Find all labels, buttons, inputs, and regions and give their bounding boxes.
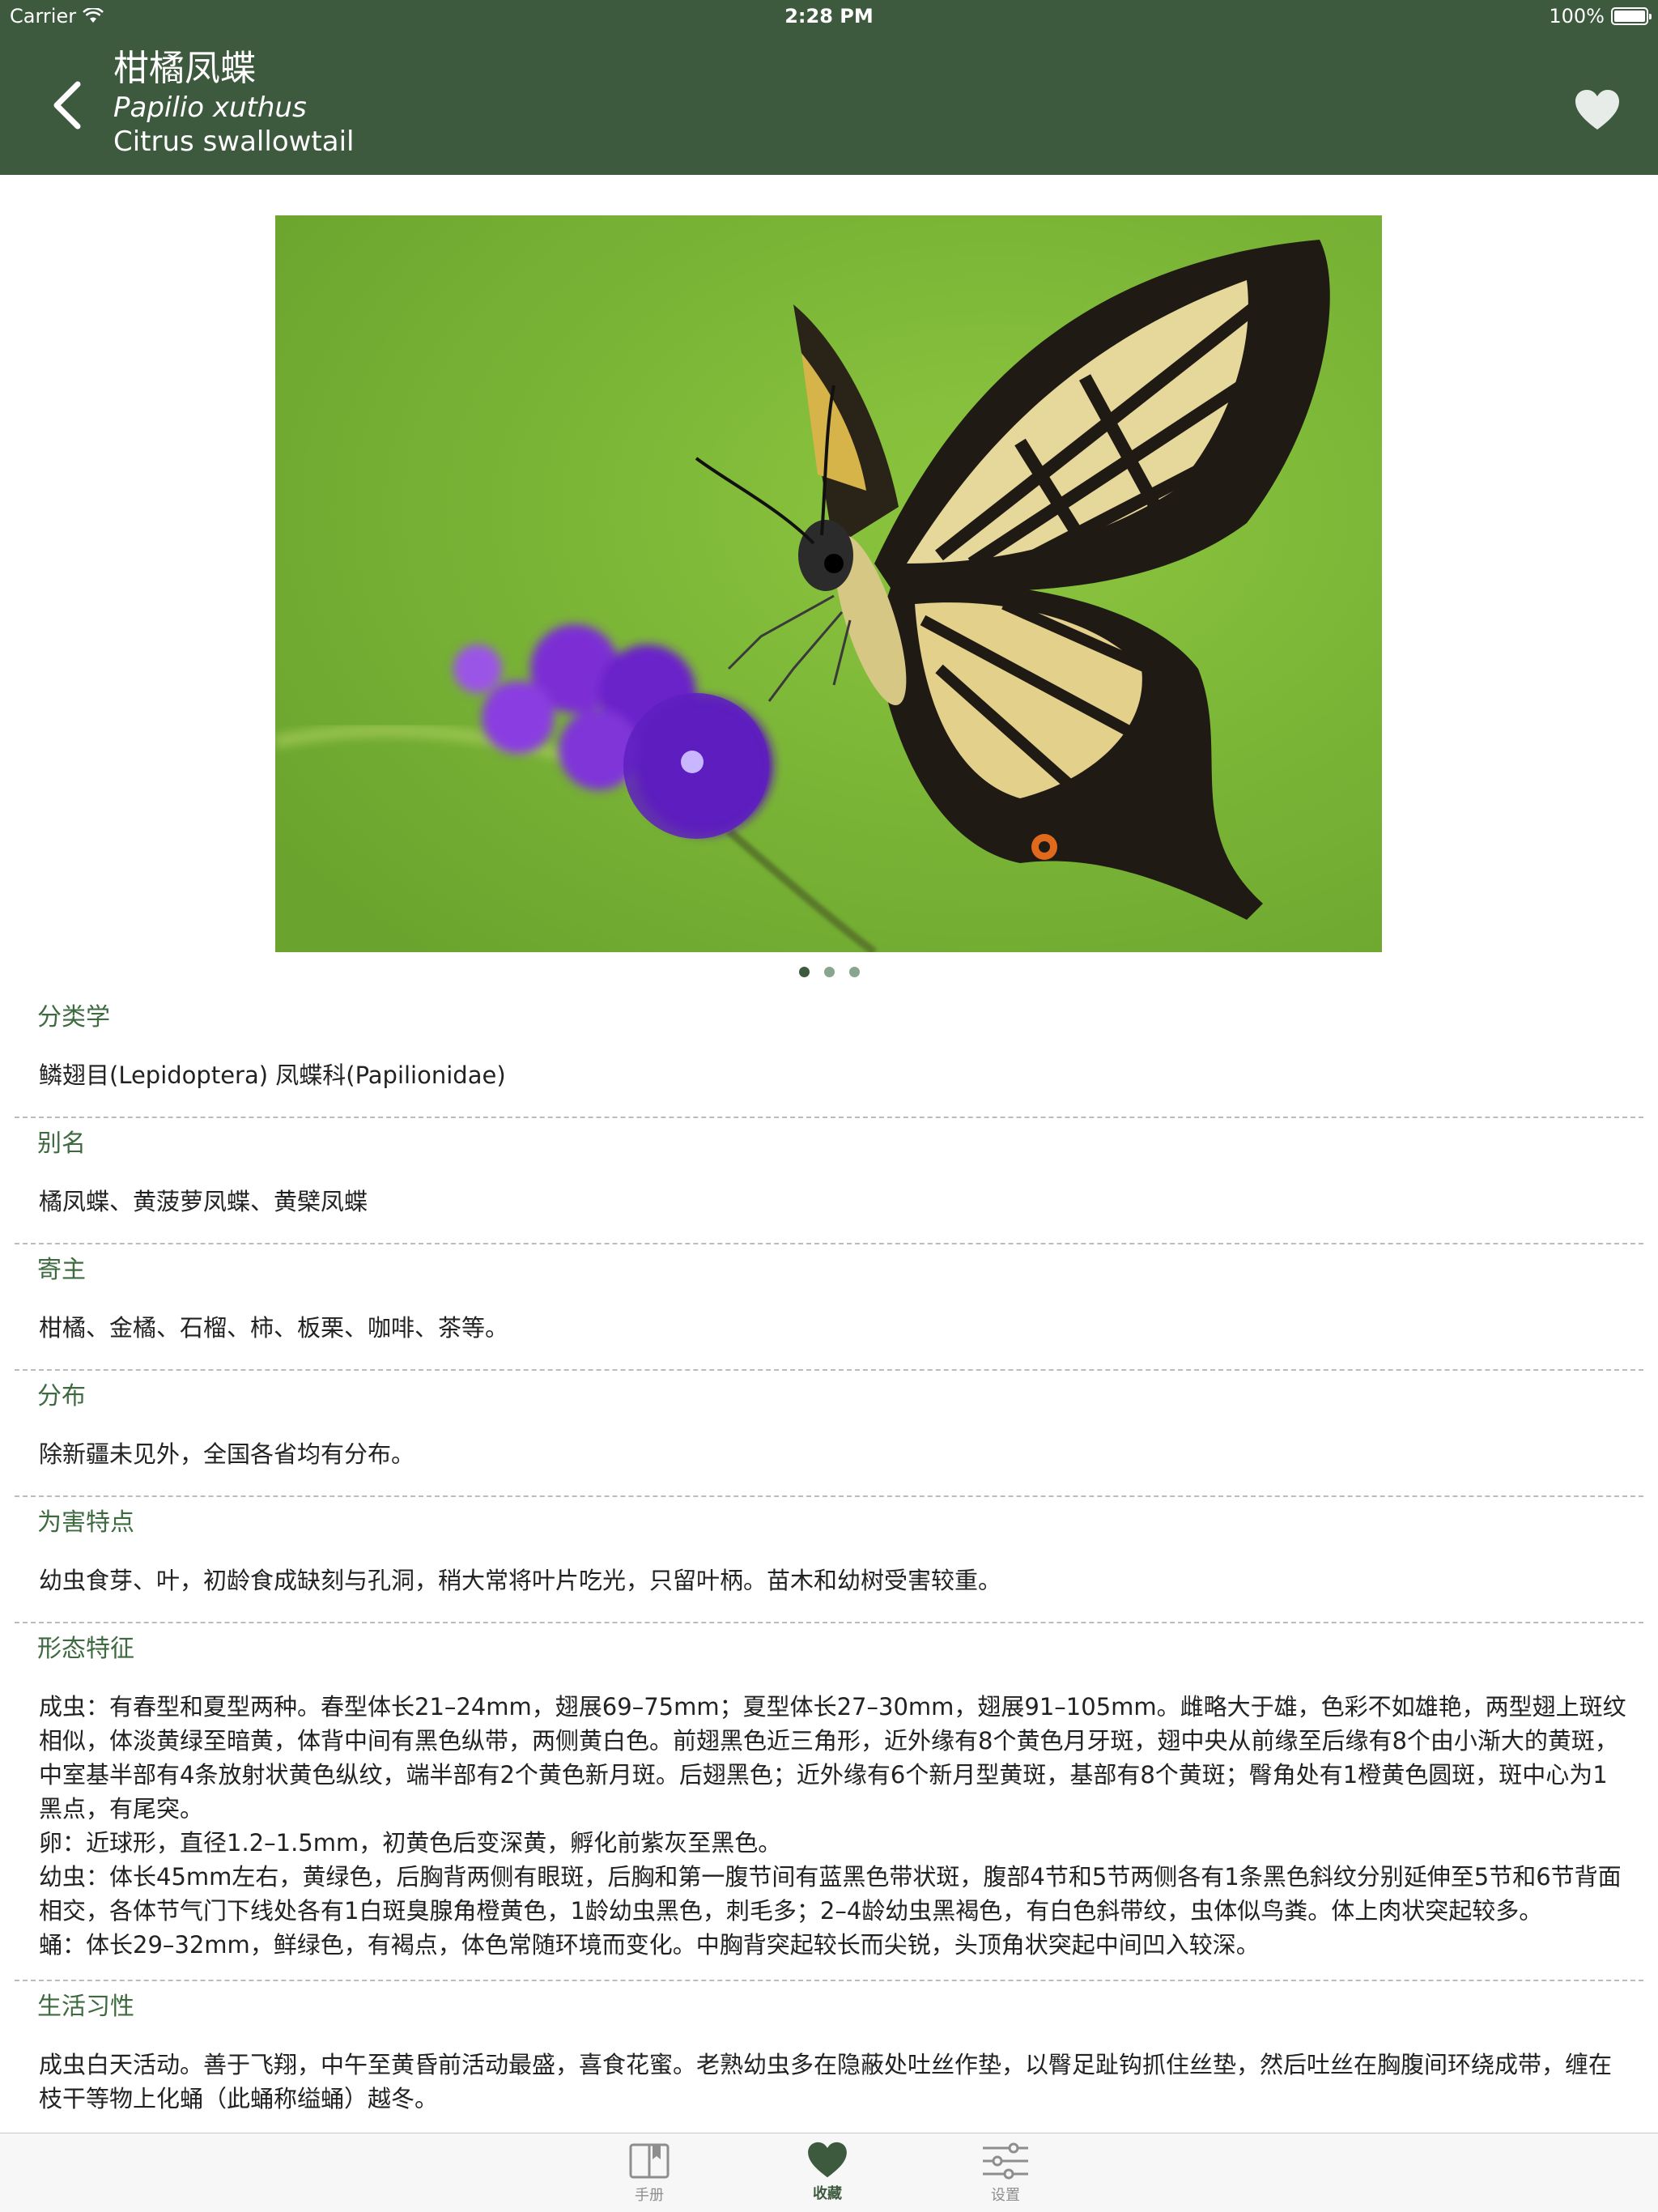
section-label: 分布 xyxy=(37,1382,86,1410)
tab-label: 手册 xyxy=(635,2187,664,2204)
page-dot[interactable] xyxy=(798,967,810,977)
page-title-block: 柑橘凤蝶 Papilio xuthus Citrus swallowtail xyxy=(113,47,354,159)
species-name-english: Citrus swallowtail xyxy=(113,125,355,158)
species-photo[interactable] xyxy=(275,215,1382,952)
heart-icon xyxy=(808,2142,847,2178)
sliders-icon xyxy=(983,2142,1028,2180)
tab-settings[interactable]: 设置 xyxy=(957,2142,1054,2205)
section-text: 橘凤蝶、黄菠萝凤蝶、黄檗凤蝶 xyxy=(39,1188,368,1215)
section-label: 寄主 xyxy=(37,1256,86,1284)
section-habits: 生活习性 成虫白天活动。善于飞翔，中午至黄昏前活动最盛，喜食花蜜。老熟幼虫多在隐… xyxy=(15,1981,1643,2140)
status-bar: Carrier 2:28 PM 100% xyxy=(0,0,1658,32)
section-distribution: 分布 除新疆未见外，全国各省均有分布。 xyxy=(15,1371,1643,1497)
page-dot[interactable] xyxy=(848,967,860,977)
battery-indicator: 100% xyxy=(1549,5,1652,28)
section-host: 寄主 柑橘、金橘、石榴、柿、板栗、咖啡、茶等。 xyxy=(15,1244,1643,1371)
section-morphology: 形态特征 成虫：有春型和夏型两种。春型体长21–24mm，翅展69–75mm；夏… xyxy=(15,1623,1643,1981)
species-name-chinese: 柑橘凤蝶 xyxy=(113,48,256,89)
section-label: 形态特征 xyxy=(37,1635,134,1663)
page-dot[interactable] xyxy=(823,967,835,977)
section-label: 生活习性 xyxy=(37,1993,134,2021)
section-text: 鳞翅目(Lepidoptera) 凤蝶科(Papilionidae) xyxy=(39,1061,506,1089)
tab-label: 收藏 xyxy=(813,2185,842,2202)
tab-favorites[interactable]: 收藏 xyxy=(779,2142,876,2203)
section-alias: 别名 橘凤蝶、黄菠萝凤蝶、黄檗凤蝶 xyxy=(15,1118,1643,1244)
battery-percent: 100% xyxy=(1549,5,1605,28)
butterfly-image xyxy=(275,215,1382,952)
navigation-bar: Carrier 2:28 PM 100% 柑橘凤蝶 Papilio xuthus… xyxy=(0,0,1658,175)
tab-label: 设置 xyxy=(991,2187,1020,2204)
species-name-latin: Papilio xuthus xyxy=(113,91,307,124)
section-text: 成虫：有春型和夏型两种。春型体长21–24mm，翅展69–75mm；夏型体长27… xyxy=(39,1693,1626,1959)
section-text: 成虫白天活动。善于飞翔，中午至黄昏前活动最盛，喜食花蜜。老熟幼虫多在隐蔽处吐丝作… xyxy=(39,2051,1613,2112)
section-damage: 为害特点 幼虫食芽、叶，初龄食成缺刻与孔洞，稍大常将叶片吃光，只留叶柄。苗木和幼… xyxy=(15,1497,1643,1623)
chevron-left-icon[interactable] xyxy=(47,79,92,131)
status-time: 2:28 PM xyxy=(784,5,874,28)
section-label: 分类学 xyxy=(37,1003,110,1032)
heart-icon[interactable] xyxy=(1574,89,1621,131)
section-text: 除新疆未见外，全国各省均有分布。 xyxy=(39,1440,415,1468)
section-text: 幼虫食芽、叶，初龄食成缺刻与孔洞，稍大常将叶片吃光，只留叶柄。苗木和幼树受害较重… xyxy=(39,1567,1002,1594)
section-label: 为害特点 xyxy=(37,1508,134,1537)
tab-bar: 手册 收藏 设置 xyxy=(0,2133,1658,2212)
section-taxonomy: 分类学 鳞翅目(Lepidoptera) 凤蝶科(Papilionidae) xyxy=(15,992,1643,1118)
gallery-page-indicator[interactable] xyxy=(0,967,1658,977)
tab-handbook[interactable]: 手册 xyxy=(601,2142,698,2205)
section-label: 别名 xyxy=(37,1129,86,1158)
species-detail-list: 分类学 鳞翅目(Lepidoptera) 凤蝶科(Papilionidae) 别… xyxy=(0,992,1658,2140)
section-text: 柑橘、金橘、石榴、柿、板栗、咖啡、茶等。 xyxy=(39,1314,509,1342)
book-icon xyxy=(629,2143,670,2179)
battery-icon xyxy=(1611,7,1652,25)
